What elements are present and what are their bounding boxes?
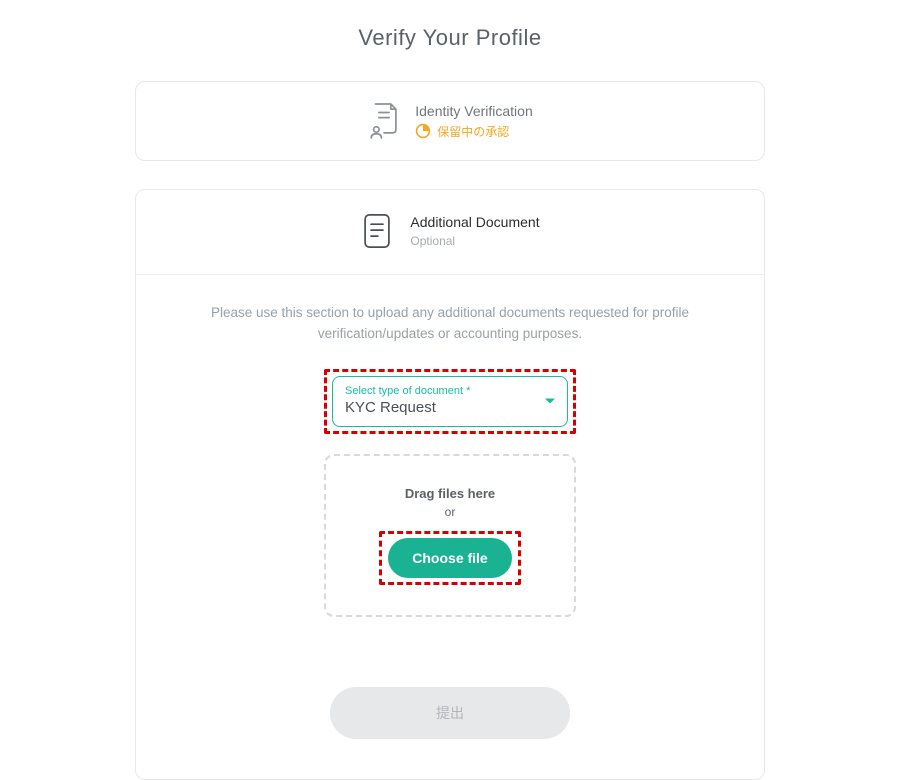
document-type-select[interactable]: Select type of document * KYC Request: [332, 376, 568, 427]
main-container: Identity Verification 保留中の承認 Additional …: [135, 81, 765, 780]
chevron-down-icon: [545, 399, 555, 404]
select-highlight-frame: Select type of document * KYC Request: [324, 369, 576, 434]
identity-status-row: 保留中の承認: [415, 123, 533, 140]
dropzone-drag-text: Drag files here: [344, 486, 556, 501]
document-type-value: KYC Request: [345, 399, 555, 416]
document-icon: [360, 212, 394, 250]
file-dropzone[interactable]: Drag files here or Choose file: [324, 454, 576, 617]
pending-clock-icon: [415, 123, 431, 139]
document-title: Additional Document: [410, 214, 539, 230]
document-instruction: Please use this section to upload any ad…: [136, 275, 764, 365]
document-subtitle: Optional: [410, 234, 539, 248]
document-card: Additional Document Optional Please use …: [135, 189, 765, 780]
page-title: Verify Your Profile: [0, 0, 900, 81]
identity-card: Identity Verification 保留中の承認: [135, 81, 765, 161]
submit-button[interactable]: 提出: [330, 687, 570, 739]
dropzone-or-text: or: [344, 505, 556, 519]
choose-file-highlight-frame: Choose file: [379, 531, 520, 585]
identity-title: Identity Verification: [415, 103, 533, 119]
identity-text-block: Identity Verification 保留中の承認: [415, 103, 533, 140]
choose-file-button[interactable]: Choose file: [388, 538, 511, 578]
identity-status-label: 保留中の承認: [437, 123, 509, 140]
document-person-icon: [367, 102, 401, 140]
document-type-label: Select type of document *: [345, 385, 555, 397]
document-header-text: Additional Document Optional: [410, 214, 539, 248]
document-header: Additional Document Optional: [136, 190, 764, 275]
